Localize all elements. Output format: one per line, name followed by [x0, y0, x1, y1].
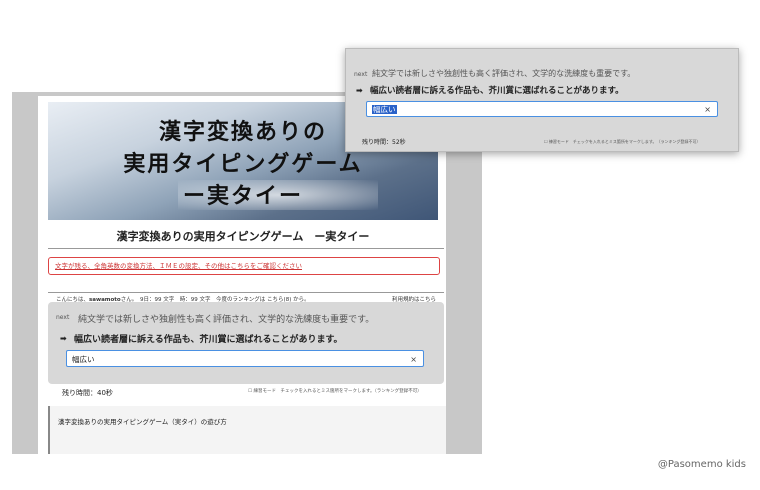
- arrow-icon: ➡: [60, 334, 67, 343]
- banner-title-line-3: ー実タイー: [182, 183, 303, 209]
- typing-input[interactable]: 幅広い ×: [66, 350, 424, 367]
- practice-mode-label: 練習モード チェックを入れるとミス箇所をマークします。（ランキング登録不可）: [253, 389, 422, 394]
- zoomed-typing-panel: next 純文学では新しさや独創性も高く評価され、文学的な洗練度も重要です。 ➡…: [345, 48, 739, 152]
- current-sentence: 幅広い読者層に訴える作品も、芥川賞に選ばれることがあります。: [370, 86, 624, 96]
- next-label: next: [56, 314, 70, 321]
- typing-input[interactable]: 幅広い ×: [366, 101, 718, 117]
- clear-icon[interactable]: ×: [410, 351, 417, 368]
- practice-mode-checkbox[interactable]: ☐ 練習モード チェックを入れるとミス箇所をマークします。（ランキング登録不可）: [248, 388, 422, 394]
- page-title: 漢字変換ありの実用タイピングゲーム ー実タイー: [116, 230, 370, 243]
- practice-mode-label: 練習モード チェックを入れるとミス箇所をマークします。（ランキング登録不可）: [548, 139, 701, 144]
- remaining-time: 残り時間：40秒: [62, 389, 113, 397]
- next-sentence: 純文学では新しさや独創性も高く評価され、文学的な洗練度も重要です。: [372, 69, 636, 78]
- clear-icon[interactable]: ×: [704, 102, 711, 118]
- howto-title: 漢字変換ありの実用タイピングゲーム（実タイ）の遊び方: [58, 418, 227, 426]
- credit-watermark: @Pasomemo kids: [657, 459, 746, 470]
- next-sentence: 純文学では新しさや独創性も高く評価され、文学的な洗練度も重要です。: [78, 315, 375, 325]
- typing-input-value: 幅広い: [72, 355, 95, 364]
- arrow-icon: ➡: [356, 86, 363, 95]
- ime-candidate-selection: 幅広い: [372, 105, 397, 114]
- divider: [48, 292, 444, 293]
- practice-mode-checkbox[interactable]: ☐ 練習モード チェックを入れるとミス箇所をマークします。（ランキング登録不可）: [544, 139, 700, 145]
- divider: [48, 248, 444, 249]
- typing-panel: next 純文学では新しさや独創性も高く評価され、文学的な洗練度も重要です。 ➡…: [48, 302, 444, 384]
- howto-section: 漢字変換ありの実用タイピングゲーム（実タイ）の遊び方: [48, 406, 446, 454]
- remaining-time: 残り時間：52秒: [362, 139, 406, 146]
- next-label: next: [354, 71, 368, 78]
- current-sentence: 幅広い読者層に訴える作品も、芥川賞に選ばれることがあります。: [74, 335, 343, 345]
- help-notice-link[interactable]: 文字が残る、全角英数の変換方法、ＩＭＥの設定、その他はこちらをご確認ください: [48, 257, 440, 275]
